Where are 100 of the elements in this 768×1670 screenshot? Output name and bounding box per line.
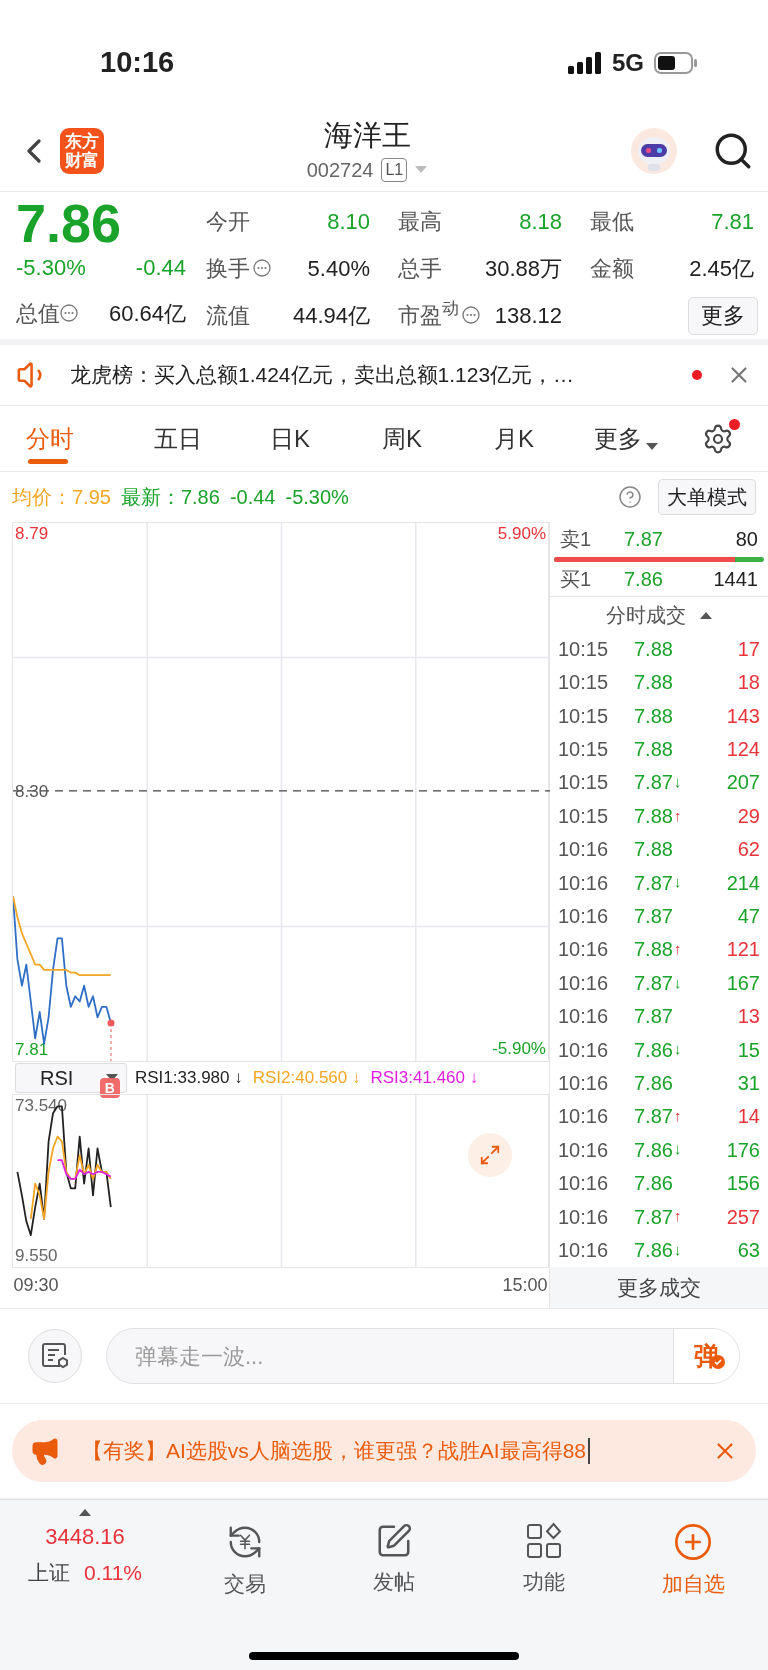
trade-price: 7.87 <box>634 870 673 896</box>
trade-volume: 17 <box>737 636 760 662</box>
danmaku-settings-button[interactable] <box>28 1329 82 1383</box>
trade-time: 10:15 <box>558 703 610 729</box>
big-order-mode-button[interactable]: 大单模式 <box>658 479 756 515</box>
notice-text[interactable]: 龙虎榜：买入总额1.424亿元，卖出总额1.123亿元，… <box>70 359 692 391</box>
trade-time: 10:15 <box>558 670 610 696</box>
trade-price: 7.88 <box>634 837 673 863</box>
trade-volume: 14 <box>737 1104 760 1130</box>
trade-price: 7.88 <box>634 737 673 763</box>
trade-volume: 143 <box>726 703 760 729</box>
more-button[interactable]: 更多 <box>688 296 758 335</box>
trade-time: 10:15 <box>558 636 610 662</box>
more-info-icon[interactable] <box>462 306 480 324</box>
trend-arrow: ↓ <box>673 872 682 893</box>
order-price: 7.86 <box>624 566 664 592</box>
rsi-series-name: RSI1 <box>135 1067 173 1090</box>
last-price: 7.86 <box>16 198 123 244</box>
stat-label: 市盈$^{动}$ <box>398 298 459 330</box>
trade-price: 7.86 <box>634 1037 673 1063</box>
chart-tab[interactable]: 五日 <box>122 405 234 472</box>
stat-value: 8.18 <box>519 207 562 236</box>
trade-volume: 207 <box>726 770 760 796</box>
trade-volume: 29 <box>737 803 760 829</box>
time-label: 09:30 <box>13 1276 59 1294</box>
chart-tab[interactable]: 日K <box>234 405 346 472</box>
trade-volume: 31 <box>737 1070 760 1096</box>
trade-volume: 121 <box>726 937 760 963</box>
trades-title: 分时成交 <box>606 602 686 628</box>
network-label: 5G <box>612 48 644 78</box>
chart-tab[interactable]: 周K <box>346 405 458 472</box>
level-badge: L1 <box>381 157 408 182</box>
battery-icon <box>654 52 698 74</box>
latest-change-percent: -5.30% <box>285 485 349 510</box>
nav-item[interactable]: 功能 <box>469 1508 619 1598</box>
trend-arrow: ↑ <box>673 939 682 960</box>
order-price: 7.87 <box>624 527 664 553</box>
stat-value: 2.45亿 <box>689 254 754 283</box>
stat-label: 总手 <box>398 254 442 283</box>
trade-time: 10:15 <box>558 770 610 796</box>
trend-arrow: ↓ <box>673 1139 682 1160</box>
status-time: 10:16 <box>100 45 175 81</box>
trade-price: 7.88 <box>634 636 673 662</box>
stat-value: 8.10 <box>327 207 370 236</box>
dropdown-caret-icon <box>415 165 428 174</box>
trade-price: 7.87 <box>634 1204 673 1230</box>
trend-arrow: ↑ <box>673 1106 682 1127</box>
up-caret-icon <box>79 1508 91 1516</box>
trade-time: 10:16 <box>558 970 610 996</box>
trade-price: 7.88 <box>634 670 673 696</box>
trade-time: 10:15 <box>558 803 610 829</box>
axis-label: 7.81 <box>15 1040 49 1058</box>
trade-price: 7.86 <box>634 1237 673 1263</box>
robot-icon[interactable] <box>630 126 678 175</box>
change-percent: -5.30% <box>16 253 86 282</box>
stat-value: 138.12 <box>494 301 562 330</box>
chart-tab[interactable]: 更多 <box>570 405 682 472</box>
stat-label: 总值 <box>16 299 60 328</box>
trend-arrow: ↓ <box>673 772 682 793</box>
trade-volume: 62 <box>737 837 760 863</box>
index-value[interactable]: 3448.16 <box>45 1520 125 1553</box>
more-info-icon[interactable] <box>60 304 78 322</box>
trade-time: 10:16 <box>558 837 610 863</box>
stat-label: 流值 <box>206 301 250 330</box>
stat-value: 30.88万 <box>484 254 562 283</box>
latest-price: 最新：7.86 <box>120 485 220 510</box>
expand-button[interactable] <box>468 1133 512 1177</box>
stat-label: 最高 <box>398 207 442 236</box>
trade-time: 10:16 <box>558 1037 610 1063</box>
nav-item[interactable]: 发帖 <box>319 1508 469 1598</box>
trade-volume: 167 <box>726 970 760 996</box>
latest-change: -0.44 <box>229 485 276 510</box>
trade-volume: 15 <box>737 1037 760 1063</box>
trade-time: 10:16 <box>558 1204 610 1230</box>
more-trades-button[interactable]: 更多成交 <box>550 1266 768 1308</box>
trade-volume: 257 <box>726 1204 760 1230</box>
stat-value: 44.94亿 <box>292 301 370 330</box>
trend-arrow: ↑ <box>673 805 682 826</box>
trade-volume: 156 <box>726 1171 760 1197</box>
trade-price: 7.87 <box>634 1004 673 1030</box>
help-icon[interactable] <box>618 485 642 509</box>
chart-tab[interactable]: 分时 <box>10 405 122 472</box>
trade-price: 7.88 <box>634 803 673 829</box>
trade-volume: 124 <box>726 737 760 763</box>
order-level: 买1 <box>560 566 593 592</box>
trade-price: 7.86 <box>634 1171 673 1197</box>
axis-label: 73.540 <box>15 1096 67 1114</box>
nav-item[interactable]: 交易 <box>170 1508 320 1600</box>
chart-tab[interactable]: 月K <box>458 405 570 472</box>
stock-title: 海洋王 <box>323 117 411 153</box>
app-logo: 东方财富 <box>60 127 104 174</box>
time-label: 15:00 <box>502 1276 548 1294</box>
more-info-icon[interactable] <box>253 259 271 277</box>
rsi-series-name: RSI2 <box>252 1067 291 1090</box>
percent-label: 5.90% <box>497 525 546 542</box>
trade-time: 10:16 <box>558 937 610 963</box>
trade-price: 7.88 <box>634 937 673 963</box>
rsi-series-name: RSI3 <box>370 1067 409 1090</box>
order-volume: 80 <box>735 527 758 553</box>
edit-icon <box>375 1522 414 1560</box>
